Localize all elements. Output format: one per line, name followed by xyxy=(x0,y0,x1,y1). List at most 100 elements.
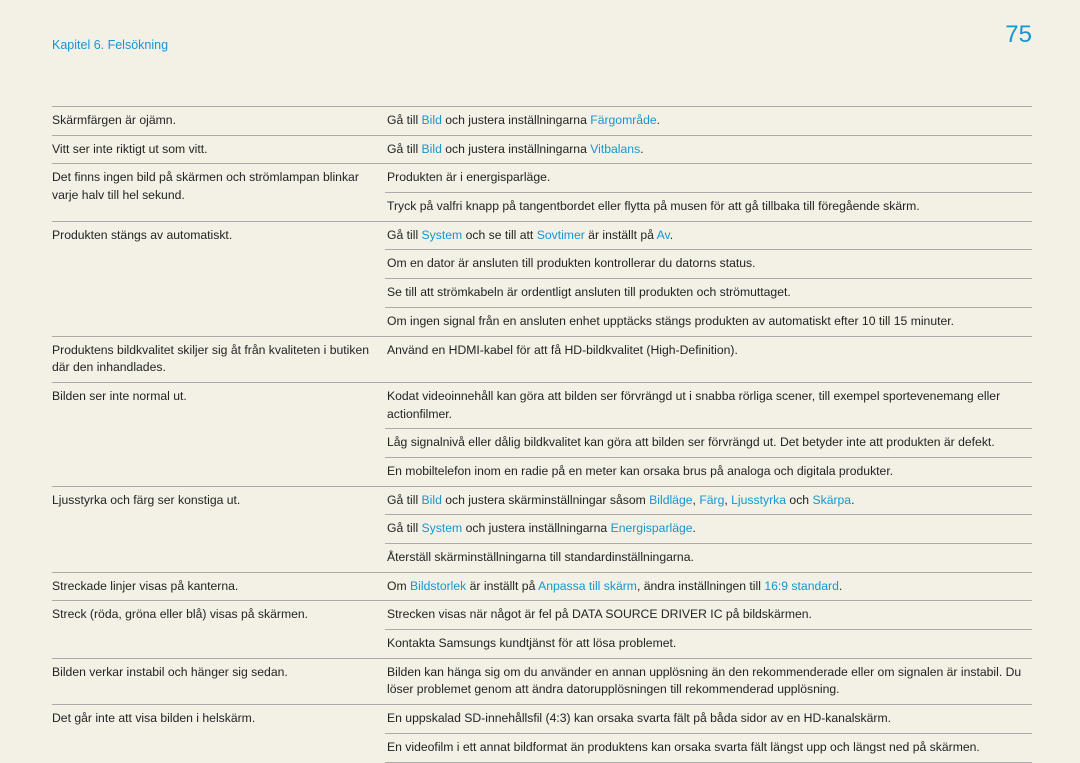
highlight-term: Bild xyxy=(422,142,442,156)
text-segment: Gå till xyxy=(387,521,422,535)
problem-cell: Bilden ser inte normal ut. xyxy=(52,383,385,486)
text-segment: Gå till xyxy=(387,493,422,507)
solutions-cell: Gå till System och se till att Sovtimer … xyxy=(385,222,1032,336)
highlight-term: Bildläge xyxy=(649,493,692,507)
text-segment: Om xyxy=(387,579,410,593)
solutions-cell: Om Bildstorlek är inställt på Anpassa ti… xyxy=(385,573,1032,601)
highlight-term: Ljusstyrka xyxy=(731,493,786,507)
text-segment: och justera inställningarna xyxy=(442,142,590,156)
page-number: 75 xyxy=(1005,18,1032,53)
text-segment: Låg signalnivå eller dålig bildkvalitet … xyxy=(387,435,995,449)
text-segment: och justera inställningarna xyxy=(462,521,610,535)
problem-cell: Streckade linjer visas på kanterna. xyxy=(52,573,385,601)
solution-text: En videofilm i ett annat bildformat än p… xyxy=(385,733,1032,762)
problem-cell: Bilden verkar instabil och hänger sig se… xyxy=(52,659,385,704)
highlight-term: 16:9 standard xyxy=(764,579,839,593)
problem-cell: Produkten stängs av automatiskt. xyxy=(52,222,385,336)
solution-text: Använd en HDMI-kabel för att få HD-bildk… xyxy=(385,337,1032,365)
highlight-term: Färg xyxy=(699,493,724,507)
solution-text: En mobiltelefon inom en radie på en mete… xyxy=(385,457,1032,486)
chapter-heading: Kapitel 6. Felsökning xyxy=(52,36,168,54)
solutions-cell: Strecken visas när något är fel på DATA … xyxy=(385,601,1032,657)
solution-text: Gå till System och justera inställningar… xyxy=(385,514,1032,543)
solutions-cell: Gå till Bild och justera inställningarna… xyxy=(385,107,1032,135)
solution-text: Kontakta Samsungs kundtjänst för att lös… xyxy=(385,629,1032,658)
text-segment: och se till att xyxy=(462,228,537,242)
solutions-cell: En uppskalad SD-innehållsfil (4:3) kan o… xyxy=(385,705,1032,763)
text-segment: Kontakta Samsungs kundtjänst för att lös… xyxy=(387,636,676,650)
text-segment: . xyxy=(670,228,673,242)
solutions-cell: Kodat videoinnehåll kan göra att bilden … xyxy=(385,383,1032,486)
solution-text: Gå till Bild och justera inställningarna… xyxy=(385,107,1032,135)
problem-cell: Det går inte att visa bilden i helskärm. xyxy=(52,705,385,763)
solution-text: En uppskalad SD-innehållsfil (4:3) kan o… xyxy=(385,705,1032,733)
text-segment: . xyxy=(851,493,854,507)
text-segment: Om ingen signal från en ansluten enhet u… xyxy=(387,314,954,328)
solution-text: Låg signalnivå eller dålig bildkvalitet … xyxy=(385,428,1032,457)
highlight-term: Bild xyxy=(422,493,442,507)
highlight-term: Vitbalans xyxy=(590,142,640,156)
solution-text: Bilden kan hänga sig om du använder en a… xyxy=(385,659,1032,704)
solution-text: Gå till Bild och justera skärminställnin… xyxy=(385,487,1032,515)
text-segment: . xyxy=(839,579,842,593)
table-row: Det går inte att visa bilden i helskärm.… xyxy=(52,704,1032,763)
text-segment: Strecken visas när något är fel på DATA … xyxy=(387,607,812,621)
problem-cell: Det finns ingen bild på skärmen och strö… xyxy=(52,164,385,220)
troubleshooting-table: Skärmfärgen är ojämn.Gå till Bild och ju… xyxy=(52,106,1032,763)
highlight-term: Bildstorlek xyxy=(410,579,466,593)
text-segment: Använd en HDMI-kabel för att få HD-bildk… xyxy=(387,343,738,357)
text-segment: Bilden kan hänga sig om du använder en a… xyxy=(387,665,1021,697)
text-segment: Gå till xyxy=(387,142,422,156)
text-segment: Produkten är i energisparläge. xyxy=(387,170,550,184)
highlight-term: System xyxy=(422,521,463,535)
text-segment: och xyxy=(786,493,812,507)
text-segment: Se till att strömkabeln är ordentligt an… xyxy=(387,285,791,299)
table-row: Streck (röda, gröna eller blå) visas på … xyxy=(52,600,1032,657)
text-segment: och justera skärminställningar såsom xyxy=(442,493,649,507)
solution-text: Strecken visas när något är fel på DATA … xyxy=(385,601,1032,629)
text-segment: En mobiltelefon inom en radie på en mete… xyxy=(387,464,893,478)
solutions-cell: Använd en HDMI-kabel för att få HD-bildk… xyxy=(385,337,1032,382)
text-segment: En uppskalad SD-innehållsfil (4:3) kan o… xyxy=(387,711,891,725)
text-segment: Kodat videoinnehåll kan göra att bilden … xyxy=(387,389,1000,421)
highlight-term: System xyxy=(422,228,463,242)
highlight-term: Av xyxy=(657,228,670,242)
solution-text: Kodat videoinnehåll kan göra att bilden … xyxy=(385,383,1032,428)
text-segment: . xyxy=(693,521,696,535)
solution-text: Se till att strömkabeln är ordentligt an… xyxy=(385,278,1032,307)
solutions-cell: Gå till Bild och justera skärminställnin… xyxy=(385,487,1032,572)
solution-text: Gå till System och se till att Sovtimer … xyxy=(385,222,1032,250)
solution-text: Om ingen signal från en ansluten enhet u… xyxy=(385,307,1032,336)
text-segment: är inställt på xyxy=(466,579,538,593)
table-row: Produktens bildkvalitet skiljer sig åt f… xyxy=(52,336,1032,382)
solutions-cell: Bilden kan hänga sig om du använder en a… xyxy=(385,659,1032,704)
solution-text: Återställ skärminställningarna till stan… xyxy=(385,543,1032,572)
table-row: Ljusstyrka och färg ser konstiga ut.Gå t… xyxy=(52,486,1032,572)
text-segment: är inställt på xyxy=(585,228,657,242)
text-segment: Gå till xyxy=(387,113,422,127)
text-segment: . xyxy=(657,113,660,127)
solutions-cell: Gå till Bild och justera inställningarna… xyxy=(385,136,1032,164)
solution-text: Om en dator är ansluten till produkten k… xyxy=(385,249,1032,278)
text-segment: och justera inställningarna xyxy=(442,113,590,127)
solution-text: Gå till Bild och justera inställningarna… xyxy=(385,136,1032,164)
text-segment: , ändra inställningen till xyxy=(637,579,764,593)
table-row: Bilden ser inte normal ut.Kodat videoinn… xyxy=(52,382,1032,486)
solution-text: Tryck på valfri knapp på tangentbordet e… xyxy=(385,192,1032,221)
highlight-term: Skärpa xyxy=(812,493,851,507)
solution-text: Om Bildstorlek är inställt på Anpassa ti… xyxy=(385,573,1032,601)
problem-cell: Streck (röda, gröna eller blå) visas på … xyxy=(52,601,385,657)
problem-cell: Skärmfärgen är ojämn. xyxy=(52,107,385,135)
highlight-term: Bild xyxy=(422,113,442,127)
text-segment: . xyxy=(640,142,643,156)
table-row: Vitt ser inte riktigt ut som vitt.Gå til… xyxy=(52,135,1032,164)
table-row: Skärmfärgen är ojämn.Gå till Bild och ju… xyxy=(52,106,1032,135)
text-segment: Om en dator är ansluten till produkten k… xyxy=(387,256,756,270)
table-row: Det finns ingen bild på skärmen och strö… xyxy=(52,163,1032,220)
table-row: Streckade linjer visas på kanterna.Om Bi… xyxy=(52,572,1032,601)
highlight-term: Sovtimer xyxy=(537,228,585,242)
text-segment: Återställ skärminställningarna till stan… xyxy=(387,550,694,564)
solution-text: Produkten är i energisparläge. xyxy=(385,164,1032,192)
text-segment: Gå till xyxy=(387,228,422,242)
highlight-term: Energisparläge xyxy=(611,521,693,535)
